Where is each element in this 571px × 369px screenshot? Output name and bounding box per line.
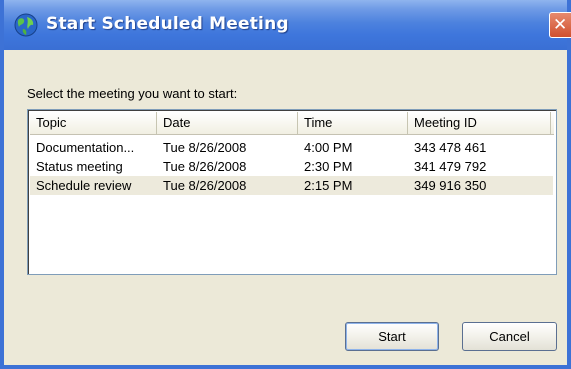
dialog-window: Start Scheduled Meeting ✕ Select the mee… — [0, 0, 571, 369]
cell-topic: Schedule review — [36, 178, 132, 193]
instruction-label: Select the meeting you want to start: — [27, 86, 238, 101]
cell-time: 4:00 PM — [304, 140, 353, 155]
column-header-time[interactable]: Time — [298, 112, 408, 134]
start-button[interactable]: Start — [345, 322, 439, 351]
cell-time: 2:15 PM — [304, 178, 353, 193]
cell-meeting-id: 349 916 350 — [414, 178, 487, 193]
column-header-filler — [551, 112, 556, 134]
close-icon[interactable]: ✕ — [549, 12, 571, 38]
list-header: Topic Date Time Meeting ID — [30, 112, 554, 135]
cell-meeting-id: 343 478 461 — [414, 140, 487, 155]
meeting-list[interactable]: Topic Date Time Meeting ID Documentation… — [27, 109, 557, 275]
cell-topic: Documentation... — [36, 140, 135, 155]
cell-time: 2:30 PM — [304, 159, 353, 174]
table-row[interactable]: Status meeting Tue 8/26/2008 2:30 PM 341… — [30, 157, 553, 176]
table-row[interactable]: Documentation... Tue 8/26/2008 4:00 PM 3… — [30, 138, 553, 157]
cell-topic: Status meeting — [36, 159, 123, 174]
column-header-topic[interactable]: Topic — [30, 112, 157, 134]
cell-date: Tue 8/26/2008 — [163, 159, 247, 174]
table-row[interactable]: Schedule review Tue 8/26/2008 2:15 PM 34… — [30, 176, 553, 195]
cancel-button[interactable]: Cancel — [462, 322, 557, 351]
cell-date: Tue 8/26/2008 — [163, 140, 247, 155]
column-header-meeting-id[interactable]: Meeting ID — [408, 112, 551, 134]
window-title: Start Scheduled Meeting — [46, 14, 289, 34]
column-header-date[interactable]: Date — [157, 112, 298, 134]
globe-icon — [14, 13, 38, 37]
cell-date: Tue 8/26/2008 — [163, 178, 247, 193]
title-bar[interactable]: Start Scheduled Meeting ✕ — [4, 0, 571, 50]
cell-meeting-id: 341 479 792 — [414, 159, 487, 174]
